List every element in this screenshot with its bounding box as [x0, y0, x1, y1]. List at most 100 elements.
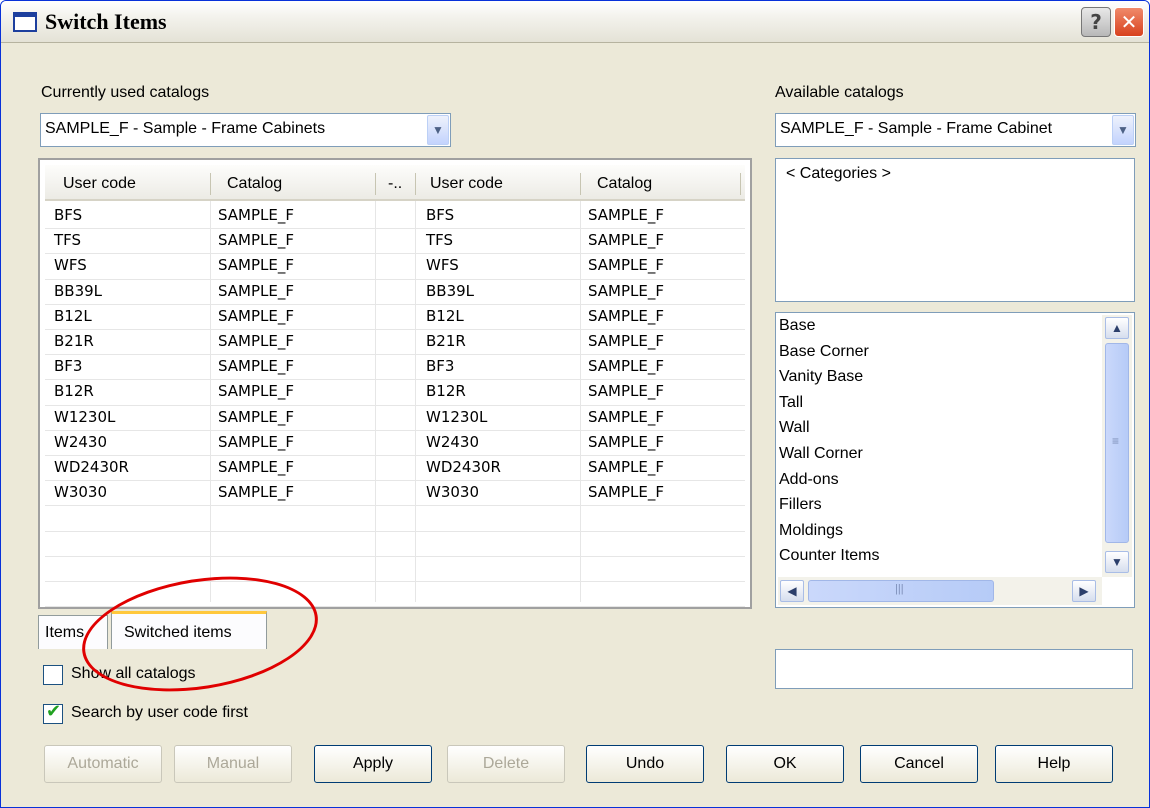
horizontal-scrollbar[interactable]: ◀ ||| ▶ [778, 577, 1102, 605]
grid-row-line [45, 379, 745, 381]
list-item[interactable]: Base Corner [779, 343, 869, 361]
search-by-user-code-checkbox[interactable]: ✔ [43, 701, 63, 724]
header-separator[interactable] [740, 173, 741, 195]
list-item[interactable]: Fillers [779, 496, 822, 514]
grid-column-line [415, 201, 416, 602]
list-item[interactable]: Wall Corner [779, 445, 863, 463]
item-text-field[interactable] [775, 649, 1133, 689]
list-item[interactable]: Add-ons [779, 471, 839, 489]
list-item[interactable]: Vanity Base [779, 368, 863, 386]
user-code-cell: W1230L [54, 407, 116, 426]
undo-button[interactable]: Undo [586, 745, 704, 783]
list-item[interactable]: Wall [779, 419, 810, 437]
scroll-up-icon[interactable]: ▲ [1105, 317, 1129, 339]
header-user-code[interactable]: User code [63, 175, 136, 193]
grip-icon: ≡ [1112, 434, 1120, 448]
header-separator-col[interactable]: -.. [388, 175, 402, 193]
available-catalogs-combo[interactable]: SAMPLE_F - Sample - Frame Cabinet ▼ [775, 113, 1136, 147]
chevron-down-icon[interactable]: ▼ [1112, 115, 1134, 145]
grid-row-line [45, 455, 745, 456]
grid-row-line [45, 505, 745, 507]
search-by-user-code-label[interactable]: Search by user code first [71, 704, 248, 722]
catalog-cell: SAMPLE_F [218, 281, 295, 300]
grip-icon: ||| [895, 583, 904, 595]
catalog-cell: SAMPLE_F [218, 407, 295, 426]
user-code-cell: BF3 [54, 357, 83, 376]
user-code-cell: BF3 [426, 357, 455, 376]
catalog-cell: SAMPLE_F [588, 382, 665, 401]
ok-button[interactable]: OK [726, 745, 844, 783]
catalog-cell: SAMPLE_F [218, 357, 295, 376]
switch-items-dialog: Switch Items ? ✕ Currently used catalogs… [0, 0, 1150, 808]
header-separator[interactable] [375, 173, 376, 195]
chevron-down-icon[interactable]: ▼ [427, 115, 449, 145]
user-code-cell: B21R [54, 332, 94, 350]
catalog-cell: SAMPLE_F [588, 332, 665, 350]
scroll-down-icon[interactable]: ▼ [1105, 551, 1129, 573]
catalog-cell: SAMPLE_F [588, 407, 665, 426]
user-code-cell: W2430 [54, 432, 108, 451]
header-catalog[interactable]: Catalog [227, 175, 282, 193]
grid-header: User code Catalog -.. User code Catalog [45, 165, 745, 201]
header-separator[interactable] [580, 173, 581, 195]
grid-row-line [45, 555, 745, 557]
categories-root-item[interactable]: < Categories > [786, 165, 891, 183]
user-code-cell: B21R [426, 332, 466, 350]
combo-value: SAMPLE_F - Sample - Frame Cabinet [780, 120, 1053, 137]
catalog-cell: SAMPLE_F [588, 357, 665, 376]
delete-button[interactable]: Delete [447, 745, 565, 783]
user-code-cell: BB39L [426, 281, 475, 300]
grid-row-line [45, 606, 745, 608]
grid-row-line [45, 354, 745, 356]
currently-used-catalogs-combo[interactable]: SAMPLE_F - Sample - Frame Cabinets ▼ [40, 113, 451, 147]
list-item[interactable]: Counter Items [779, 547, 879, 565]
catalog-cell: SAMPLE_F [218, 306, 295, 325]
catalog-cell: SAMPLE_F [588, 206, 665, 224]
categories-tree[interactable]: < Categories > [775, 158, 1135, 302]
help-button[interactable]: Help [995, 745, 1113, 783]
header-catalog-2[interactable]: Catalog [597, 175, 652, 193]
user-code-cell: WD2430R [426, 458, 501, 476]
header-user-code-2[interactable]: User code [430, 175, 503, 193]
title-bar[interactable]: Switch Items ? ✕ [1, 1, 1149, 43]
apply-button[interactable]: Apply [314, 745, 432, 783]
user-code-cell: W1230L [426, 407, 488, 426]
manual-button[interactable]: Manual [174, 745, 292, 783]
switched-items-grid[interactable]: User code Catalog -.. User code Catalog … [38, 158, 752, 609]
vertical-scrollbar[interactable]: ▲ ≡ ▼ [1102, 315, 1132, 577]
grid-row-line [45, 303, 745, 305]
cancel-button[interactable]: Cancel [860, 745, 978, 783]
tab-switched-items[interactable]: Switched items [111, 611, 267, 649]
category-list[interactable]: Base Base Corner Vanity Base Tall Wall Wall C… [775, 312, 1135, 608]
show-all-catalogs-label[interactable]: Show all catalogs [71, 665, 196, 683]
user-code-cell: BFS [54, 206, 83, 224]
tab-items[interactable]: Items [38, 615, 108, 649]
scroll-left-icon[interactable]: ◀ [780, 580, 804, 602]
grid-row-line [45, 253, 745, 255]
catalog-cell: SAMPLE_F [588, 458, 665, 476]
grid-row-line [45, 278, 745, 280]
catalog-cell: SAMPLE_F [588, 281, 665, 300]
automatic-button[interactable]: Automatic [44, 745, 162, 783]
scroll-thumb-h[interactable]: ||| [808, 580, 994, 602]
header-separator[interactable] [415, 173, 416, 195]
grid-row-line [45, 329, 745, 330]
list-item[interactable]: Moldings [779, 522, 843, 540]
list-item[interactable]: Tall [779, 394, 803, 412]
close-button[interactable]: ✕ [1114, 7, 1144, 37]
catalog-cell: SAMPLE_F [588, 483, 665, 502]
grid-row-line [45, 228, 745, 230]
grid-row-line [45, 404, 745, 406]
user-code-cell: W3030 [54, 483, 108, 502]
available-catalogs-label: Available catalogs [775, 84, 904, 101]
grid-column-line [580, 201, 581, 602]
help-title-button[interactable]: ? [1081, 7, 1111, 37]
header-separator[interactable] [210, 173, 211, 195]
scroll-thumb[interactable]: ≡ [1105, 343, 1129, 543]
catalog-cell: SAMPLE_F [588, 256, 665, 275]
catalog-cell: SAMPLE_F [218, 483, 295, 502]
list-item[interactable]: Base [779, 317, 815, 335]
show-all-catalogs-checkbox[interactable] [43, 665, 63, 685]
catalog-cell: SAMPLE_F [218, 332, 295, 350]
scroll-right-icon[interactable]: ▶ [1072, 580, 1096, 602]
